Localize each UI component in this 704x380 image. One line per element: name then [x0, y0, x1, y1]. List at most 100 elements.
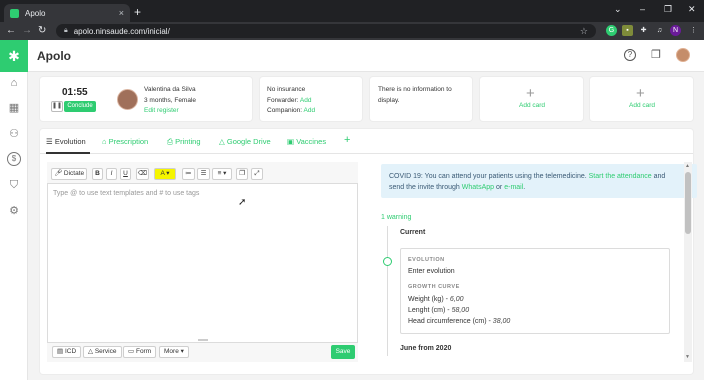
save-button[interactable]: Save: [331, 345, 355, 359]
profile-avatar[interactable]: N: [670, 25, 681, 36]
timeline-line: [387, 226, 388, 356]
calendar-icon[interactable]: ▦: [7, 101, 21, 115]
add-card-label[interactable]: Add card: [519, 102, 545, 109]
eraser-icon[interactable]: ⌫: [136, 168, 149, 180]
chat-icon[interactable]: ❐: [650, 49, 662, 61]
patient-name: Valentina da Silva: [144, 86, 196, 93]
whatsapp-link[interactable]: WhatsApp: [462, 184, 494, 191]
service-icon: △: [88, 348, 93, 355]
microphone-icon: 🎤︎: [53, 170, 63, 177]
dollar-icon[interactable]: $: [7, 152, 21, 166]
prescription-icon: ⌂: [102, 137, 107, 146]
forwarder-add-link[interactable]: Add: [300, 97, 312, 104]
conclude-button[interactable]: Conclude: [64, 101, 96, 112]
add-card-plus-icon[interactable]: +: [636, 86, 645, 101]
maximize-button[interactable]: ❐: [664, 4, 672, 15]
editor-placeholder[interactable]: Type @ to use text templates and # to us…: [53, 190, 199, 197]
timeline-dot: [383, 257, 392, 266]
help-icon[interactable]: ?: [624, 49, 636, 61]
tab-evolution[interactable]: ☰ Evolution: [46, 137, 86, 146]
form-icon: ▭: [128, 348, 135, 355]
insurance-status: No insurance: [267, 86, 306, 93]
scroll-up-icon[interactable]: ▲: [685, 163, 690, 169]
users-icon[interactable]: ⚇: [7, 127, 21, 141]
evolution-icon: ☰: [46, 137, 53, 146]
scrollbar-thumb[interactable]: [685, 172, 691, 234]
copy-icon[interactable]: ❐: [236, 168, 248, 180]
printer-icon: ⎙: [167, 137, 173, 146]
fullscreen-icon[interactable]: ⤢: [251, 168, 263, 180]
icd-button[interactable]: ▤ ICD: [52, 346, 82, 358]
google-drive-icon: △: [219, 137, 225, 146]
browser-tab-bar: Apolo × + ⌄ – ❐ ✕: [0, 0, 704, 22]
tab-google-drive[interactable]: △ Google Drive: [219, 137, 271, 146]
favicon-icon: [10, 8, 19, 18]
icd-icon: ▤: [57, 348, 64, 355]
media-icon[interactable]: ♫: [654, 25, 665, 36]
app-name: Apolo: [37, 49, 71, 63]
extension-yellow-icon[interactable]: ▪: [622, 25, 633, 36]
app-header: ✱ Apolo ? ❐: [0, 40, 704, 72]
logo-icon[interactable]: ✱: [0, 40, 28, 72]
email-link[interactable]: e-mail: [504, 184, 523, 191]
evolution-heading: EVOLUTION: [408, 257, 445, 263]
minimize-button[interactable]: –: [640, 4, 645, 14]
start-attendance-link[interactable]: Start the attendance: [589, 173, 652, 180]
resize-handle[interactable]: [198, 339, 208, 341]
forward-icon[interactable]: →: [22, 24, 32, 38]
tab-search-icon[interactable]: ⌄: [614, 4, 622, 15]
highlight-color-button[interactable]: A ▾: [154, 168, 176, 180]
extensions-puzzle-icon[interactable]: ✚: [638, 25, 649, 36]
dictate-button[interactable]: 🎤︎ Dictate: [51, 168, 87, 180]
align-button[interactable]: ≡ ▾: [212, 168, 232, 180]
bullet-list-icon[interactable]: ☰: [197, 168, 210, 180]
edit-register-link[interactable]: Edit register: [144, 107, 179, 114]
companion-label: Companion: Add: [267, 107, 316, 114]
weight-value: Weight (kg) - 6,00: [408, 296, 464, 303]
home-icon[interactable]: ⌂: [7, 76, 21, 90]
ordered-list-icon[interactable]: ≔: [182, 168, 195, 180]
italic-button[interactable]: I: [106, 168, 117, 180]
tab-close-icon[interactable]: ×: [119, 8, 124, 18]
browser-menu-icon[interactable]: ⋮: [688, 25, 699, 36]
bookmark-star-icon[interactable]: ☆: [580, 26, 588, 37]
forwarder-label: Forwarder: Add: [267, 97, 312, 104]
tab-title: Apolo: [25, 8, 46, 18]
form-button[interactable]: ▭ Form: [123, 346, 157, 358]
growth-curve-heading: GROWTH CURVE: [408, 284, 460, 290]
pause-button[interactable]: ❚❚: [51, 101, 63, 112]
mouse-cursor-icon: ➚: [238, 197, 247, 208]
more-button[interactable]: More ▾: [159, 346, 189, 358]
add-card-label[interactable]: Add card: [629, 102, 655, 109]
patient-info: 3 months, Female: [144, 97, 197, 104]
service-button[interactable]: △ Service: [83, 346, 122, 358]
address-bar[interactable]: 🔒︎ apolo.ninsaude.com/inicial/ ☆: [56, 24, 596, 38]
height-value: Lenght (cm) - 58,00: [408, 307, 470, 314]
consultation-timer: 01:55: [62, 87, 88, 98]
browser-tab[interactable]: Apolo ×: [4, 4, 130, 22]
bag-icon[interactable]: ⛉: [7, 178, 21, 192]
user-avatar[interactable]: [676, 48, 690, 62]
close-window-button[interactable]: ✕: [688, 4, 696, 15]
gear-icon[interactable]: ⚙: [7, 204, 21, 218]
sidebar: ⌂ ▦ ⚇ $ ⛉ ⚙: [0, 72, 28, 380]
back-icon[interactable]: ←: [6, 24, 16, 38]
tab-prescription[interactable]: ⌂ Prescription: [102, 137, 148, 146]
scroll-down-icon[interactable]: ▼: [685, 354, 690, 360]
extension-green-icon[interactable]: G: [606, 25, 617, 36]
url-text: apolo.ninsaude.com/inicial/: [73, 26, 170, 36]
tab-printing[interactable]: ⎙ Printing: [167, 137, 201, 147]
reload-icon[interactable]: ↻: [38, 24, 46, 38]
current-label: Current: [400, 229, 426, 236]
patient-avatar: [117, 89, 138, 110]
covid-notice-text: COVID 19: You can attend your patients u…: [389, 173, 666, 191]
add-tab-button[interactable]: +: [344, 134, 350, 146]
underline-button[interactable]: U: [120, 168, 131, 180]
add-card-plus-icon[interactable]: +: [526, 86, 535, 101]
warning-link[interactable]: 1 warning: [381, 214, 411, 221]
tab-vaccines[interactable]: ▣ Vaccines: [287, 137, 326, 146]
bold-button[interactable]: B: [92, 168, 103, 180]
browser-toolbar: ← → ↻ 🔒︎ apolo.ninsaude.com/inicial/ ☆ G…: [0, 22, 704, 40]
new-tab-button[interactable]: +: [134, 5, 141, 19]
companion-add-link[interactable]: Add: [304, 107, 316, 114]
